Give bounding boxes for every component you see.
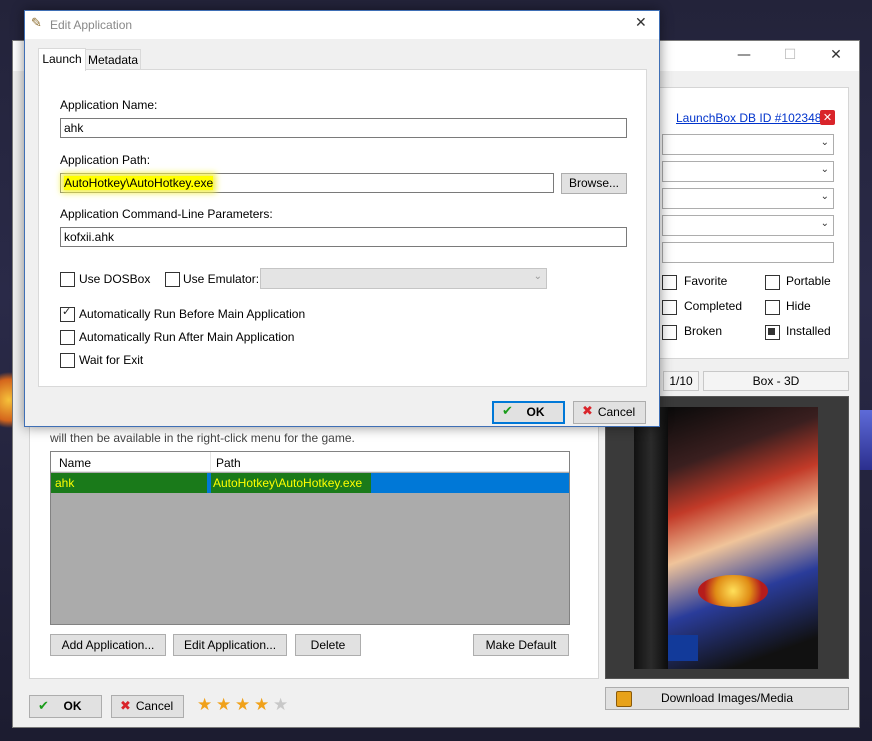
auto-run-before-checkbox[interactable]: ✓ bbox=[60, 305, 75, 322]
installed-label: Installed bbox=[786, 324, 831, 338]
box-spine bbox=[634, 407, 668, 669]
snk-logo bbox=[668, 635, 698, 661]
app-path-value: AutoHotkey\AutoHotkey.exe bbox=[64, 176, 214, 190]
cancel-x-icon: ✖ bbox=[120, 699, 131, 714]
auto-run-after-label: Automatically Run After Main Application bbox=[79, 330, 295, 344]
parent-cancel-label: Cancel bbox=[135, 699, 174, 713]
hide-label: Hide bbox=[786, 299, 811, 313]
image-type-selector[interactable]: Box - 3D bbox=[703, 371, 849, 391]
chevron-down-icon: ⌄ bbox=[820, 191, 829, 202]
cmdline-input[interactable]: kofxii.ahk bbox=[60, 227, 627, 247]
installed-checkbox[interactable] bbox=[765, 325, 780, 340]
use-dosbox-label: Use DOSBox bbox=[79, 272, 151, 286]
dialog-ok-label: OK bbox=[526, 405, 545, 419]
emulator-select: ⌄ bbox=[260, 268, 547, 289]
applications-list[interactable]: Name Path ahk AutoHotkey\AutoHotkey.exe bbox=[50, 451, 570, 625]
checkmark-icon: ✓ bbox=[62, 305, 72, 318]
dialog-titlebar: ✎ Edit Application ✕ bbox=[25, 11, 659, 39]
use-emulator-checkbox[interactable] bbox=[165, 272, 180, 287]
star-rating[interactable]: ★ ★ ★ ★ ★ bbox=[197, 697, 297, 717]
portable-checkbox[interactable] bbox=[765, 275, 780, 290]
broken-checkbox[interactable] bbox=[662, 325, 677, 340]
wait-for-exit-checkbox[interactable] bbox=[60, 353, 75, 368]
favorite-label: Favorite bbox=[684, 274, 728, 288]
box-art-image[interactable] bbox=[605, 396, 849, 679]
star-filled-icon[interactable]: ★ bbox=[216, 697, 231, 714]
row-path: AutoHotkey\AutoHotkey.exe bbox=[213, 476, 363, 490]
dialog-title: Edit Application bbox=[50, 18, 133, 32]
edit-application-dialog: ✎ Edit Application ✕ Launch Metadata App… bbox=[24, 10, 660, 427]
metadata-dropdown-1[interactable]: ⌄ bbox=[662, 134, 834, 155]
star-empty-icon[interactable]: ★ bbox=[273, 697, 288, 714]
add-application-button[interactable]: Add Application... bbox=[50, 634, 166, 656]
pencil-icon: ✎ bbox=[31, 16, 42, 31]
edit-application-button[interactable]: Edit Application... bbox=[173, 634, 287, 656]
completed-checkbox[interactable] bbox=[662, 300, 677, 315]
wait-for-exit-label: Wait for Exit bbox=[79, 353, 144, 367]
metadata-dropdown-2[interactable]: ⌄ bbox=[662, 161, 834, 182]
chevron-down-icon: ⌄ bbox=[533, 271, 542, 282]
applications-caption: will then be available in the right-clic… bbox=[50, 431, 355, 445]
star-filled-icon[interactable]: ★ bbox=[197, 697, 212, 714]
use-emulator-label: Use Emulator: bbox=[183, 272, 260, 286]
cmdline-label: Application Command-Line Parameters: bbox=[60, 207, 273, 221]
completed-label: Completed bbox=[684, 299, 743, 313]
column-divider bbox=[210, 452, 211, 472]
dialog-cancel-label: Cancel bbox=[597, 405, 636, 419]
chevron-down-icon: ⌄ bbox=[820, 218, 829, 229]
column-name[interactable]: Name bbox=[59, 456, 91, 470]
parent-cancel-button[interactable]: ✖ Cancel bbox=[111, 695, 184, 718]
download-images-label: Download Images/Media bbox=[660, 691, 794, 705]
table-row[interactable]: ahk AutoHotkey\AutoHotkey.exe bbox=[51, 473, 569, 493]
chevron-down-icon: ⌄ bbox=[820, 137, 829, 148]
checked-mark-icon bbox=[768, 328, 775, 335]
cancel-x-icon: ✖ bbox=[582, 404, 593, 419]
row-name: ahk bbox=[55, 476, 75, 490]
launchbox-link-row: LaunchBox DB ID #102348 ✕ bbox=[662, 108, 836, 128]
app-name-input[interactable]: ahk bbox=[60, 118, 627, 138]
image-counter: 1/10 bbox=[663, 371, 699, 391]
chevron-down-icon: ⌄ bbox=[820, 164, 829, 175]
tab-metadata[interactable]: Metadata bbox=[85, 49, 141, 70]
download-icon bbox=[616, 691, 632, 707]
maximize-icon: ☐ bbox=[783, 47, 797, 63]
broken-label: Broken bbox=[684, 324, 723, 338]
favorite-checkbox[interactable] bbox=[662, 275, 677, 290]
download-images-button[interactable]: Download Images/Media bbox=[605, 687, 849, 710]
parent-ok-label: OK bbox=[63, 699, 82, 713]
auto-run-after-checkbox[interactable] bbox=[60, 330, 75, 345]
game-logo bbox=[698, 575, 768, 607]
parent-ok-button[interactable]: ✔ OK bbox=[29, 695, 102, 718]
auto-run-before-label: Automatically Run Before Main Applicatio… bbox=[79, 307, 306, 321]
app-path-label: Application Path: bbox=[60, 153, 151, 167]
checkmark-icon: ✔ bbox=[38, 699, 49, 714]
browse-button[interactable]: Browse... bbox=[561, 173, 627, 194]
metadata-dropdown-4[interactable]: ⌄ bbox=[662, 215, 834, 236]
dialog-close-icon[interactable]: ✕ bbox=[635, 15, 647, 31]
tab-launch[interactable]: Launch bbox=[38, 48, 86, 71]
app-path-input[interactable]: AutoHotkey\AutoHotkey.exe bbox=[60, 173, 554, 193]
launchbox-db-link[interactable]: LaunchBox DB ID #102348 bbox=[676, 111, 821, 125]
column-path[interactable]: Path bbox=[216, 456, 241, 470]
close-icon[interactable]: ✕ bbox=[813, 41, 859, 71]
list-header: Name Path bbox=[51, 452, 569, 472]
metadata-textbox[interactable] bbox=[662, 242, 834, 263]
remove-link-icon[interactable]: ✕ bbox=[820, 110, 835, 125]
hide-checkbox[interactable] bbox=[765, 300, 780, 315]
use-dosbox-checkbox[interactable] bbox=[60, 272, 75, 287]
dialog-cancel-button[interactable]: ✖ Cancel bbox=[573, 401, 646, 424]
dialog-ok-button[interactable]: ✔ OK bbox=[492, 401, 565, 424]
portable-label: Portable bbox=[786, 274, 831, 288]
minimize-icon[interactable]: — bbox=[721, 41, 767, 71]
box-front-cover bbox=[668, 407, 818, 669]
launch-tab-page: Application Name: ahk Application Path: … bbox=[38, 69, 647, 387]
checkmark-icon: ✔ bbox=[502, 404, 513, 419]
row-highlight bbox=[51, 473, 207, 493]
star-filled-icon[interactable]: ★ bbox=[235, 697, 250, 714]
app-name-label: Application Name: bbox=[60, 98, 158, 112]
star-filled-icon[interactable]: ★ bbox=[254, 697, 269, 714]
delete-button[interactable]: Delete bbox=[295, 634, 361, 656]
make-default-button[interactable]: Make Default bbox=[473, 634, 569, 656]
metadata-dropdown-3[interactable]: ⌄ bbox=[662, 188, 834, 209]
